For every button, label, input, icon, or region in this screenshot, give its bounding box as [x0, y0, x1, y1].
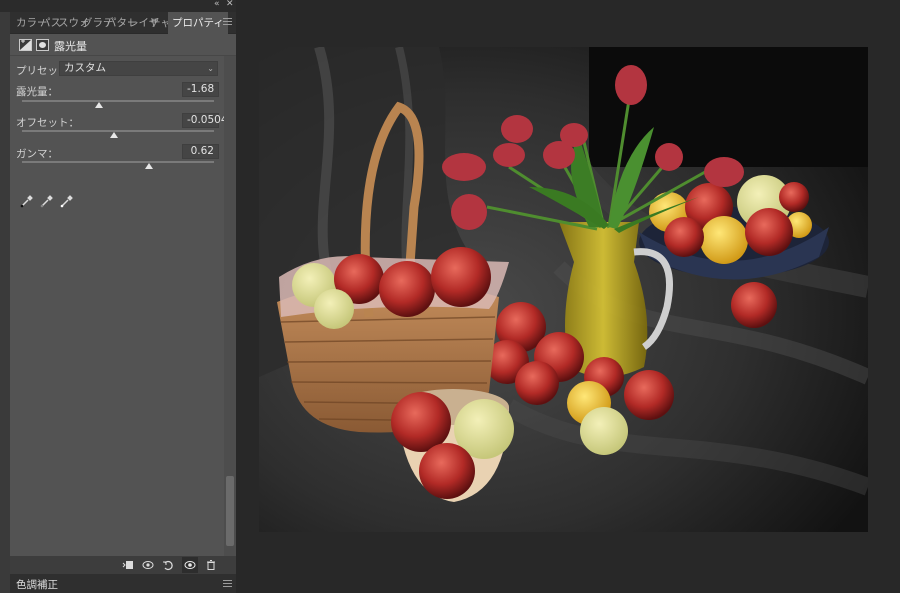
eyedropper-white-icon[interactable] [60, 194, 74, 208]
exposure-input[interactable]: -1.68 [182, 82, 219, 97]
document-canvas[interactable] [259, 47, 868, 532]
eyedropper-black-icon[interactable] [20, 194, 34, 208]
left-panel-column: « ✕ カラー パス スウォ グラデ パター レイヤ チャン プロパティ 露光量… [0, 0, 236, 593]
properties-title: 露光量 [54, 40, 87, 53]
properties-scrollbar[interactable] [224, 56, 236, 556]
exposure-adjustment-icon [19, 39, 32, 51]
scrollbar-thumb[interactable] [226, 476, 234, 546]
offset-label: オフセット： [16, 117, 79, 129]
exposure-label: 露光量： [16, 86, 58, 98]
collapse-panels-icon[interactable]: « [214, 0, 220, 9]
panel-menu-icon[interactable] [223, 18, 232, 27]
gamma-label: ガンマ： [16, 148, 58, 160]
still-life-photo [259, 47, 868, 532]
layer-mask-icon[interactable] [36, 39, 49, 51]
clip-to-layer-icon[interactable] [122, 559, 134, 571]
trash-icon[interactable] [205, 559, 217, 571]
tab-properties[interactable]: プロパティ [168, 12, 228, 34]
reset-icon[interactable] [162, 559, 174, 571]
gamma-input[interactable]: 0.62 [182, 144, 219, 159]
visibility-eye-icon [184, 561, 196, 569]
preset-value: カスタム [64, 62, 106, 74]
properties-panel: 露光量 プリセット： カスタム ⌄ 露光量： -1.68 オフセット： -0.0… [10, 34, 236, 556]
eyedropper-gray-icon[interactable] [40, 194, 54, 208]
gamma-slider-track[interactable] [22, 161, 214, 163]
exposure-slider-track[interactable] [22, 100, 214, 102]
preset-dropdown[interactable]: カスタム ⌄ [59, 61, 218, 76]
properties-header: 露光量 [10, 34, 236, 56]
properties-bottom-bar [10, 556, 236, 574]
adjustments-tab-bar: 色調補正 [10, 574, 236, 593]
adjustments-menu-icon[interactable] [223, 580, 232, 589]
offset-slider-thumb[interactable] [110, 132, 119, 138]
close-panel-icon[interactable]: ✕ [226, 0, 234, 9]
gamma-slider-thumb[interactable] [144, 163, 153, 169]
offset-input[interactable]: -0.0504 [182, 113, 228, 128]
panel-tab-bar: カラー パス スウォ グラデ パター レイヤ チャン プロパティ [10, 12, 236, 34]
panel-top-strip: « ✕ [0, 0, 236, 12]
tab-adjustments[interactable]: 色調補正 [16, 577, 58, 592]
view-previous-state-icon[interactable] [142, 559, 154, 571]
exposure-slider-thumb[interactable] [94, 102, 103, 108]
chevron-down-icon: ⌄ [207, 64, 214, 73]
visibility-toggle[interactable] [182, 557, 198, 573]
